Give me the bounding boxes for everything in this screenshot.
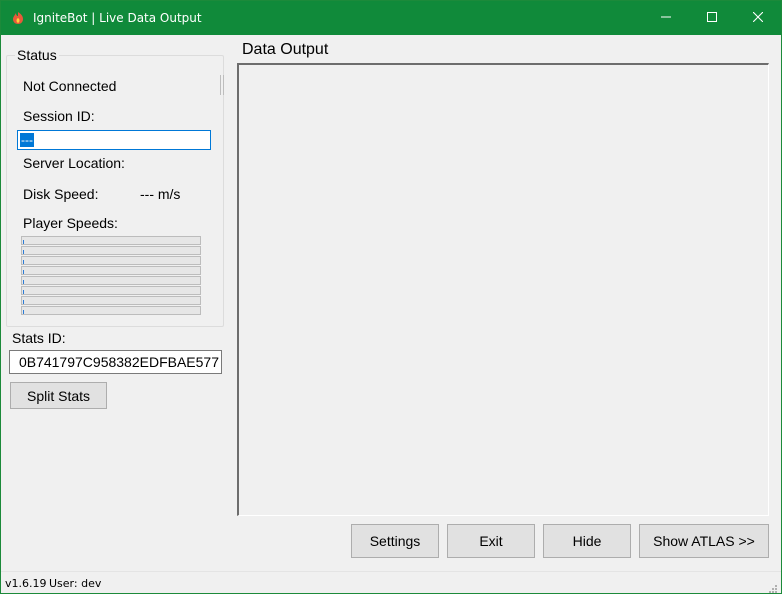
connection-status: Not Connected	[23, 78, 117, 94]
main-window: IgniteBot | Live Data Output Status Not …	[0, 0, 782, 594]
player-speed-bar	[21, 276, 201, 285]
minimize-icon	[661, 9, 671, 27]
stats-id-label: Stats ID:	[12, 330, 66, 346]
version-label: v1.6.19	[5, 577, 47, 590]
stats-id-value: 0B741797C958382EDFBAE577	[18, 354, 219, 370]
data-output-title: Data Output	[242, 41, 329, 58]
maximize-button[interactable]	[689, 1, 735, 35]
player-speeds-list	[21, 236, 201, 316]
data-output-area[interactable]	[237, 63, 769, 516]
session-id-label: Session ID:	[23, 108, 95, 124]
player-speeds-label: Player Speeds:	[23, 215, 118, 231]
session-id-field[interactable]: ---	[17, 130, 211, 150]
player-speed-bar	[21, 306, 201, 315]
player-speed-bar	[21, 236, 201, 245]
player-speed-bar	[21, 266, 201, 275]
player-speed-bar	[21, 256, 201, 265]
player-speed-bar	[21, 246, 201, 255]
resize-grip-icon[interactable]	[767, 580, 777, 593]
stats-id-field[interactable]: 0B741797C958382EDFBAE577	[9, 350, 222, 374]
status-group: Status Not Connected Session ID: --- Ser…	[6, 47, 224, 327]
player-speed-bar	[21, 296, 201, 305]
split-stats-button[interactable]: Split Stats	[10, 382, 107, 409]
ignitebot-logo-icon	[11, 11, 25, 25]
close-button[interactable]	[735, 1, 781, 35]
status-bar: v1.6.19 User: dev	[1, 571, 781, 593]
maximize-icon	[707, 9, 717, 27]
close-icon	[752, 9, 764, 27]
exit-button[interactable]: Exit	[447, 524, 535, 558]
disk-speed-label: Disk Speed:	[23, 186, 99, 202]
status-group-title: Status	[15, 47, 59, 63]
hide-button[interactable]: Hide	[543, 524, 631, 558]
user-label: User: dev	[49, 577, 102, 590]
player-speed-bar	[21, 286, 201, 295]
disk-speed-value: --- m/s	[140, 186, 181, 202]
minimize-button[interactable]	[643, 1, 689, 35]
scrollbar[interactable]	[220, 75, 224, 95]
window-title: IgniteBot | Live Data Output	[33, 11, 202, 25]
show-atlas-button[interactable]: Show ATLAS >>	[639, 524, 769, 558]
server-location-label: Server Location:	[23, 155, 125, 171]
session-id-value: ---	[20, 133, 34, 147]
title-bar[interactable]: IgniteBot | Live Data Output	[1, 1, 781, 35]
settings-button[interactable]: Settings	[351, 524, 439, 558]
